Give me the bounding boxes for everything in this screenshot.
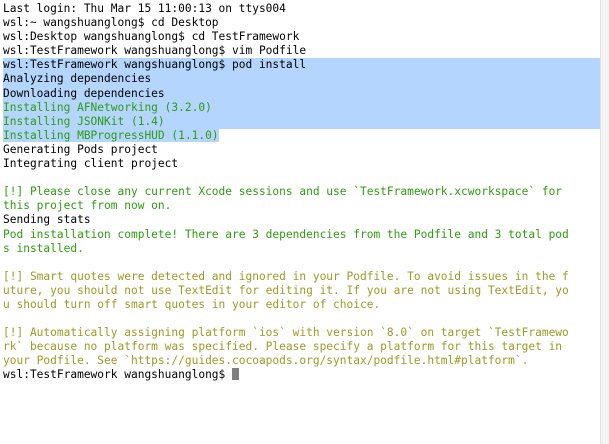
success-line: s installed. — [3, 241, 84, 255]
warning-line: [!] Please close any current Xcode sessi… — [3, 185, 563, 199]
output-line: Sending stats — [3, 213, 91, 227]
text-cursor — [232, 368, 240, 381]
install-line-partial-selection: Installing MBProgressHUD (1.1.0) — [3, 128, 609, 143]
login-line: Last login: Thu Mar 15 11:00:13 on ttys0… — [3, 2, 286, 15]
selected-text: Installing MBProgressHUD (1.1.0) — [3, 128, 219, 142]
warning-line: this project from now on. — [3, 199, 172, 213]
command-line: wsl:TestFramework wangshuanglong$ vim Po… — [3, 44, 307, 58]
terminal-window[interactable]: Last login: Thu Mar 15 11:00:13 on ttys0… — [0, 0, 609, 444]
install-line-selected: Installing JSONKit (1.4) — [3, 114, 604, 129]
warning-line: uture, you should not use TextEdit for e… — [3, 283, 569, 297]
install-line-selected: Installing AFNetworking (3.2.0) — [3, 100, 604, 115]
warning-line: rk` because no platform was specified. P… — [3, 340, 563, 354]
command-line-selected: wsl:TestFramework wangshuanglong$ pod in… — [3, 58, 604, 73]
success-line: Pod installation complete! There are 3 d… — [3, 227, 569, 241]
warning-line: [!] Smart quotes were detected and ignor… — [3, 269, 569, 283]
vertical-scrollbar[interactable] — [600, 0, 609, 444]
warning-line: u should turn off smart quotes in your e… — [3, 297, 381, 311]
prompt-line[interactable]: wsl:TestFramework wangshuanglong$ — [3, 368, 609, 382]
output-line-selected: Analyzing dependencies — [3, 72, 604, 87]
command-line: wsl:Desktop wangshuanglong$ cd TestFrame… — [3, 30, 300, 44]
warning-line: [!] Automatically assigning platform `io… — [3, 326, 569, 340]
output-line: Integrating client project — [3, 157, 179, 171]
output-line: Generating Pods project — [3, 142, 158, 156]
command-line: wsl:~ wangshuanglong$ cd Desktop — [3, 16, 219, 30]
warning-line: your Podfile. See `https://guides.cocoap… — [3, 354, 529, 368]
shell-prompt: wsl:TestFramework wangshuanglong$ — [3, 368, 233, 382]
output-line-selected: Downloading dependencies — [3, 86, 604, 101]
